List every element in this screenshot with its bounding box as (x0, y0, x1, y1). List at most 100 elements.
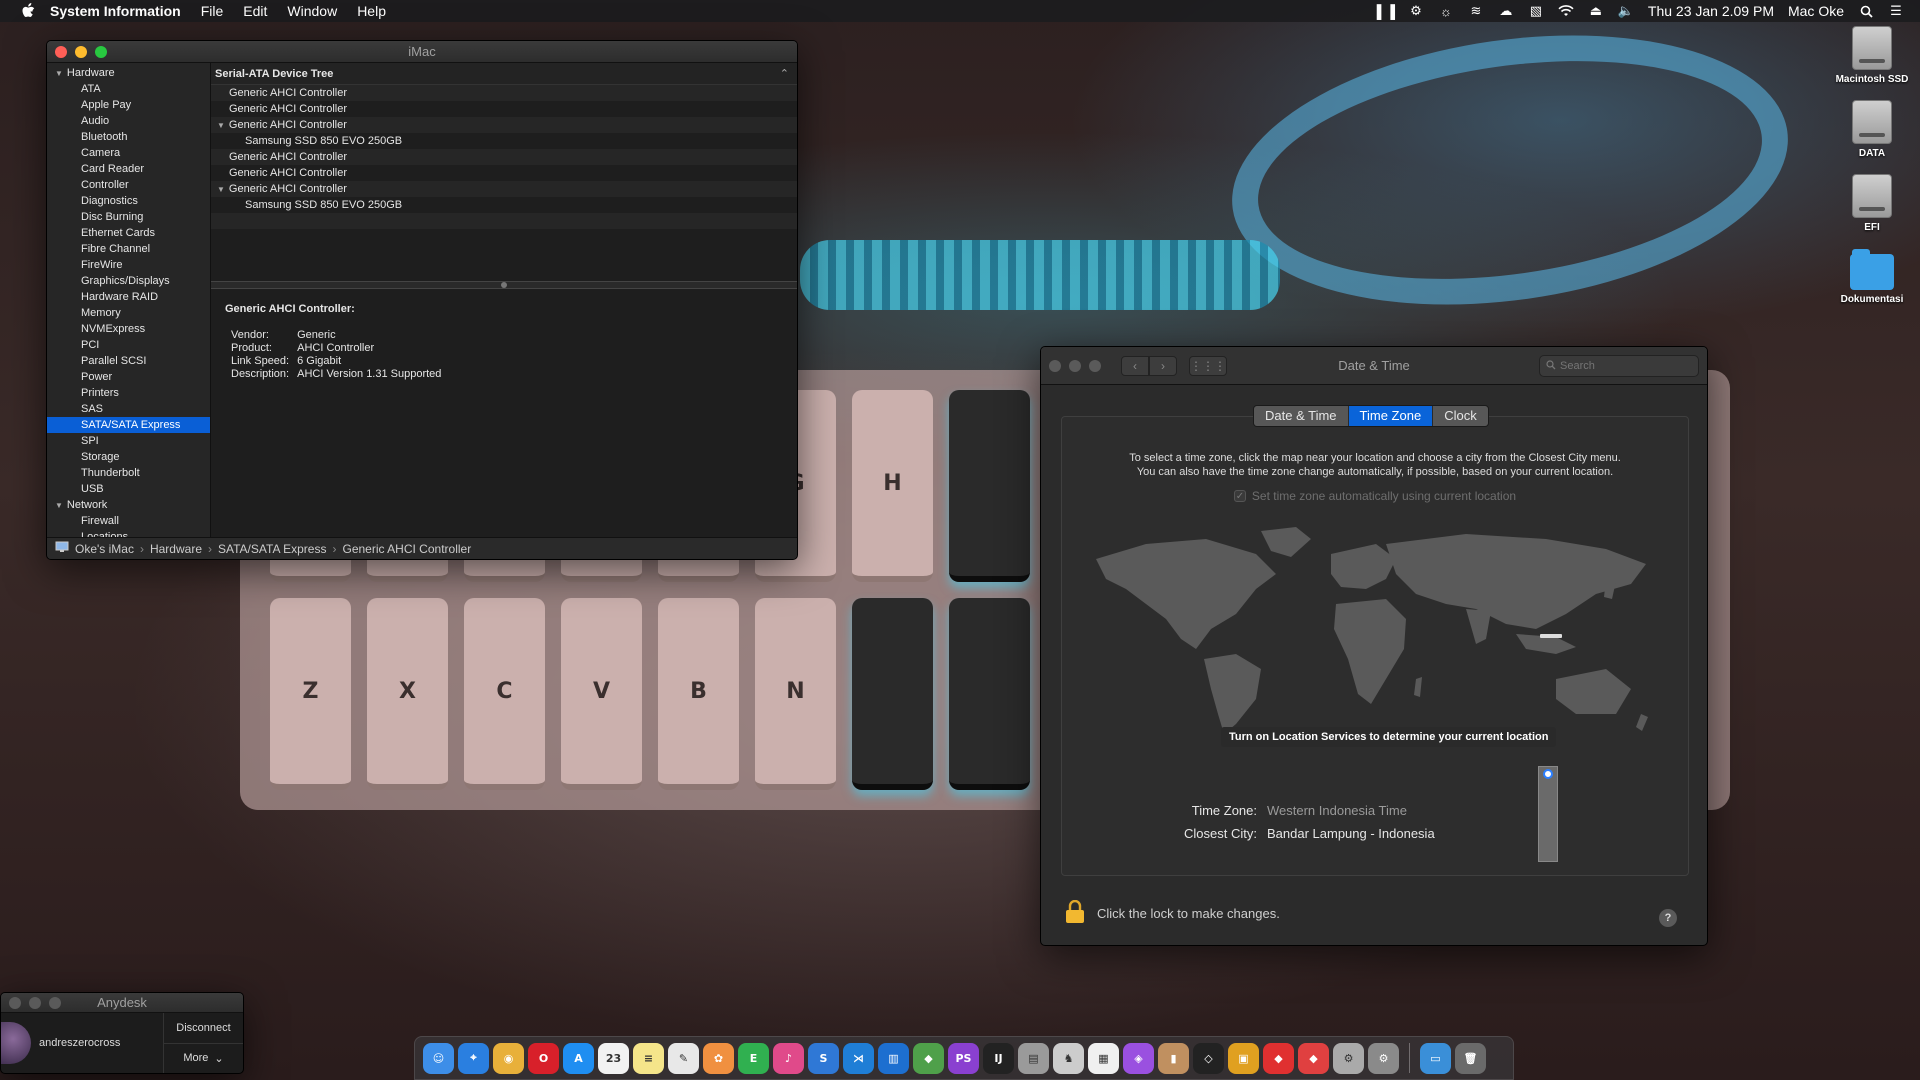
vscode-icon[interactable]: ⋊ (843, 1042, 874, 1074)
finder-icon[interactable]: ☺ (423, 1042, 454, 1074)
notes-icon[interactable]: ≡ (633, 1042, 664, 1074)
search-input[interactable] (1560, 360, 1690, 372)
opera-icon[interactable]: O (528, 1042, 559, 1074)
affinity-icon[interactable]: ◈ (1123, 1042, 1154, 1074)
sidebar-item-spi[interactable]: SPI (47, 433, 210, 449)
edit-menu[interactable]: Edit (243, 3, 267, 19)
xampp-icon[interactable]: ▦ (1088, 1042, 1119, 1074)
unity-icon[interactable]: ◇ (1193, 1042, 1224, 1074)
location-pin-icon[interactable] (1543, 769, 1553, 779)
search-field[interactable] (1539, 355, 1699, 377)
sidebar-item-bluetooth[interactable]: Bluetooth (47, 129, 210, 145)
trello-icon[interactable]: ▥ (878, 1042, 909, 1074)
close-button[interactable] (9, 996, 21, 1009)
minimize-button[interactable] (29, 996, 41, 1009)
sidebar-item-firewall[interactable]: Firewall (47, 513, 210, 529)
help-menu[interactable]: Help (357, 3, 386, 19)
intellij-icon[interactable]: IJ (983, 1042, 1014, 1074)
desktop-icon-dokumentasi[interactable]: Dokumentasi (1827, 248, 1917, 306)
itunes-icon[interactable]: ♪ (773, 1042, 804, 1074)
auto-time-zone-checkbox[interactable]: ✓ (1233, 490, 1246, 502)
lock-icon[interactable] (1065, 899, 1085, 927)
sidebar-item-apple-pay[interactable]: Apple Pay (47, 97, 210, 113)
sidebar-item-ethernet-cards[interactable]: Ethernet Cards (47, 225, 210, 241)
sidebar-item-fibre-channel[interactable]: Fibre Channel (47, 241, 210, 257)
wifi-icon[interactable] (1558, 4, 1574, 18)
divider-handle-icon[interactable] (501, 282, 507, 288)
sidebar-item-firewire[interactable]: FireWire (47, 257, 210, 273)
close-button[interactable] (1049, 359, 1061, 372)
desktop-icon-data[interactable]: DATA (1827, 100, 1917, 160)
gear-status-icon[interactable]: ⚙ (1408, 3, 1424, 18)
split-view-divider[interactable] (211, 281, 797, 289)
calendar-icon[interactable]: 23 (598, 1042, 629, 1074)
window-layout-icon[interactable]: ▌▐ (1377, 4, 1395, 19)
simplenote-icon[interactable]: S (808, 1042, 839, 1074)
sidebar-group-hardware[interactable]: Hardware (47, 65, 210, 81)
apple-menu-icon[interactable] (20, 3, 36, 19)
sidebar-item-pci[interactable]: PCI (47, 337, 210, 353)
forward-button[interactable]: › (1149, 355, 1177, 376)
show-all-button[interactable]: ⋮⋮⋮ (1189, 355, 1227, 376)
activity-monitor-icon[interactable]: ▧ (1528, 3, 1544, 18)
tree-row[interactable]: Generic AHCI Controller (211, 181, 797, 197)
sidebar-item-usb[interactable]: USB (47, 481, 210, 497)
minimize-button[interactable] (75, 45, 87, 58)
chevron-up-icon[interactable]: ⌃ (780, 63, 789, 85)
closest-city-value[interactable]: Bandar Lampung - Indonesia (1267, 826, 1435, 841)
filezilla-icon[interactable]: ▣ (1228, 1042, 1259, 1074)
cloud-icon[interactable]: ☁ (1498, 3, 1514, 18)
sidebar-item-controller[interactable]: Controller (47, 177, 210, 193)
tree-row[interactable]: Generic AHCI Controller (211, 101, 797, 117)
menubar-clock[interactable]: Thu 23 Jan 2.09 PM (1648, 3, 1774, 19)
tab-time-zone[interactable]: Time Zone (1348, 406, 1434, 426)
sidebar-item-sata-sata-express[interactable]: SATA/SATA Express (47, 417, 210, 433)
brightness-icon[interactable]: ☼ (1438, 4, 1454, 19)
chrome-icon[interactable]: ◉ (493, 1042, 524, 1074)
file-menu[interactable]: File (201, 3, 224, 19)
eject-icon[interactable]: ⏏ (1588, 3, 1604, 18)
textedit-icon[interactable]: ✎ (668, 1042, 699, 1074)
photos-icon[interactable]: ✿ (703, 1042, 734, 1074)
zoom-button[interactable] (49, 996, 61, 1009)
downloads-folder-icon[interactable]: ▭ (1420, 1042, 1451, 1074)
date-time-toolbar[interactable]: ‹ › ⋮⋮⋮ Date & Time (1041, 347, 1707, 385)
zoom-button[interactable] (95, 45, 107, 58)
world-map[interactable]: Turn on Location Services to determine y… (1086, 519, 1666, 862)
desktop-icon-macintosh-ssd[interactable]: Macintosh SSD (1827, 26, 1917, 86)
sidebar-item-card-reader[interactable]: Card Reader (47, 161, 210, 177)
disconnect-button[interactable]: Disconnect (164, 1013, 243, 1044)
tab-date-time[interactable]: Date & Time (1254, 406, 1349, 426)
sysinfo-titlebar[interactable]: iMac (47, 41, 797, 63)
tab-clock[interactable]: Clock (1433, 406, 1488, 426)
trash-icon[interactable]: 🗑 (1455, 1042, 1486, 1074)
close-button[interactable] (55, 45, 67, 58)
sidebar-item-printers[interactable]: Printers (47, 385, 210, 401)
sidebar-item-nvmexpress[interactable]: NVMExpress (47, 321, 210, 337)
stream-icon[interactable]: ≋ (1468, 3, 1484, 18)
volume-icon[interactable]: 🔈 (1618, 3, 1634, 18)
appstore-icon[interactable]: A (563, 1042, 594, 1074)
window-menu[interactable]: Window (287, 3, 337, 19)
sidebar-item-hardware-raid[interactable]: Hardware RAID (47, 289, 210, 305)
android-studio-icon[interactable]: ◆ (913, 1042, 944, 1074)
app-name-menu[interactable]: System Information (50, 3, 181, 19)
sidebar-group-network[interactable]: Network (47, 497, 210, 513)
sidebar-item-camera[interactable]: Camera (47, 145, 210, 161)
sidebar-item-disc-burning[interactable]: Disc Burning (47, 209, 210, 225)
safari-icon[interactable]: ⌖ (458, 1042, 489, 1074)
database-icon[interactable]: ▤ (1018, 1042, 1049, 1074)
tree-row[interactable]: Samsung SSD 850 EVO 250GB (211, 197, 797, 213)
notification-center-icon[interactable]: ☰ (1888, 3, 1904, 18)
zoom-button[interactable] (1089, 359, 1101, 372)
spotlight-search-icon[interactable] (1858, 4, 1874, 18)
tree-row[interactable]: Generic AHCI Controller (211, 149, 797, 165)
sidebar-item-ata[interactable]: ATA (47, 81, 210, 97)
menubar-user[interactable]: Mac Oke (1788, 3, 1844, 19)
sidebar-item-parallel-scsi[interactable]: Parallel SCSI (47, 353, 210, 369)
books-icon[interactable]: ▮ (1158, 1042, 1189, 1074)
phpstorm-icon[interactable]: PS (948, 1042, 979, 1074)
sidebar-item-power[interactable]: Power (47, 369, 210, 385)
sidebar-item-sas[interactable]: SAS (47, 401, 210, 417)
tree-header[interactable]: Serial-ATA Device Tree ⌃ (211, 63, 797, 85)
